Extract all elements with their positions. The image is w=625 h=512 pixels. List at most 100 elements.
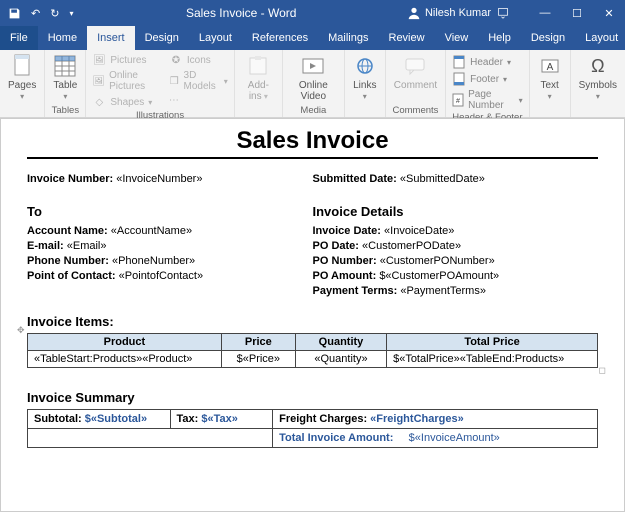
invoice-summary-table[interactable]: Subtotal: $«Subtotal» Tax: $«Tax» Freigh… [27, 409, 598, 448]
table-resize-handle[interactable]: ◻ [599, 365, 606, 376]
3d-models-button[interactable]: ❒ 3D Models [167, 69, 230, 93]
poc-label: Point of Contact: [27, 270, 116, 282]
links-button[interactable]: Links [349, 52, 381, 104]
poc-value: «PointofContact» [119, 270, 203, 282]
po-number-value: «CustomerPONumber» [380, 255, 495, 267]
shapes-button[interactable]: ◇Shapes [90, 94, 163, 110]
tab-review[interactable]: Review [379, 26, 435, 50]
group-media-label: Media [287, 105, 340, 117]
invoice-items-table[interactable]: Product Price Quantity Total Price «Tabl… [27, 333, 598, 368]
table-header-row: Product Price Quantity Total Price [28, 334, 598, 351]
svg-text:#: # [456, 98, 460, 105]
account-name-label: Account Name: [27, 225, 108, 237]
tab-references[interactable]: References [242, 26, 318, 50]
3d-models-label: 3D Models [184, 70, 220, 92]
total-invoice-value: $«InvoiceAmount» [409, 432, 500, 444]
online-pictures-button[interactable]: 🖼Online Pictures [90, 69, 163, 93]
col-total: Total Price [387, 334, 598, 351]
tab-view[interactable]: View [435, 26, 479, 50]
doc-title: Sales Invoice [27, 127, 598, 155]
payment-terms-value: «PaymentTerms» [400, 285, 486, 297]
link-icon [353, 54, 377, 78]
header-icon [452, 55, 466, 69]
table-button[interactable]: Table [49, 52, 81, 104]
page-number-icon: # [452, 93, 464, 107]
footer-icon [452, 72, 466, 86]
invoice-summary-heading: Invoice Summary [27, 390, 598, 405]
icons-button[interactable]: ✪Icons [167, 52, 230, 68]
header-label: Header [470, 57, 503, 68]
page-number-label: Page Number [468, 89, 514, 111]
submitted-date-value: «SubmittedDate» [400, 173, 485, 185]
tab-design[interactable]: Design [135, 26, 189, 50]
footer-button[interactable]: Footer [450, 71, 525, 87]
col-quantity: Quantity [295, 334, 386, 351]
table-row: «TableStart:Products»«Product» $«Price» … [28, 351, 598, 368]
invoice-date-value: «InvoiceDate» [384, 225, 454, 237]
maximize-button[interactable]: ☐ [561, 7, 593, 20]
tab-layout[interactable]: Layout [189, 26, 242, 50]
tab-design2[interactable]: Design [521, 26, 575, 50]
pictures-label: Pictures [110, 55, 146, 66]
document-area[interactable]: Sales Invoice Invoice Number: «InvoiceNu… [0, 118, 625, 512]
page-number-button[interactable]: # Page Number [450, 88, 525, 112]
invoice-number-label: Invoice Number: [27, 173, 113, 185]
tab-layout2[interactable]: Layout [575, 26, 625, 50]
summary-row-2: Total Invoice Amount: $«InvoiceAmount» [28, 429, 598, 448]
tax-label: Tax: [177, 413, 199, 425]
subtotal-value: $«Subtotal» [85, 413, 147, 425]
pages-label: Pages [8, 80, 36, 102]
minimize-button[interactable]: — [529, 7, 561, 20]
addins-icon [246, 54, 270, 78]
pages-button[interactable]: Pages [4, 52, 40, 104]
tab-home[interactable]: Home [38, 26, 87, 50]
freight-value: «FreightCharges» [370, 413, 464, 425]
invoice-details-heading: Invoice Details [313, 204, 599, 219]
cube-icon: ❒ [169, 74, 180, 88]
user-name: Nilesh Kumar [425, 7, 491, 19]
more-illustrations-button[interactable]: ⋯ [167, 94, 230, 107]
table-move-handle[interactable]: ✥ [17, 325, 25, 336]
user-account[interactable]: Nilesh Kumar [401, 6, 497, 20]
account-name-value: «AccountName» [111, 225, 192, 237]
freight-label: Freight Charges: [279, 413, 367, 425]
close-button[interactable]: ✕ [593, 7, 625, 20]
header-button[interactable]: Header [450, 54, 525, 70]
po-amount-value: $«CustomerPOAmount» [379, 270, 499, 282]
pictures-button[interactable]: 🖼Pictures [90, 52, 163, 68]
group-comments-label: Comments [390, 105, 441, 117]
summary-row-1: Subtotal: $«Subtotal» Tax: $«Tax» Freigh… [28, 410, 598, 429]
textbox-icon: A [538, 54, 562, 78]
save-icon[interactable] [8, 7, 21, 20]
symbols-button[interactable]: Ω Symbols [575, 52, 621, 104]
menu-tabs: File Home Insert Design Layout Reference… [0, 26, 625, 50]
tab-insert[interactable]: Insert [87, 26, 135, 50]
online-pictures-icon: 🖼 [92, 74, 105, 88]
to-heading: To [27, 204, 313, 219]
tab-file[interactable]: File [0, 26, 38, 50]
addins-button[interactable]: Add-ins [239, 52, 278, 104]
qat-dropdown-icon[interactable]: ▾ [69, 9, 73, 18]
cell-product: «TableStart:Products»«Product» [28, 351, 222, 368]
group-tables-label: Tables [49, 105, 81, 117]
tab-help[interactable]: Help [478, 26, 521, 50]
online-video-label: Online Video [291, 80, 336, 102]
invoice-number-value: «InvoiceNumber» [116, 173, 202, 185]
online-video-button[interactable]: Online Video [287, 52, 340, 104]
shapes-label: Shapes [110, 97, 144, 108]
payment-terms-label: Payment Terms: [313, 285, 398, 297]
tab-mailings[interactable]: Mailings [318, 26, 378, 50]
comment-button[interactable]: Comment [390, 52, 441, 93]
text-button[interactable]: A Text [534, 52, 566, 104]
subtotal-label: Subtotal: [34, 413, 82, 425]
user-icon [407, 6, 421, 20]
cell-quantity: «Quantity» [295, 351, 386, 368]
icons-label: Icons [187, 55, 211, 66]
tax-value: $«Tax» [201, 413, 238, 425]
ribbon: Pages Table Tables 🖼Pictures 🖼Online Pic… [0, 50, 625, 118]
ribbon-options-icon[interactable] [497, 7, 529, 20]
redo-icon[interactable]: ↻ [50, 7, 59, 20]
col-price: Price [221, 334, 295, 351]
title-rule [27, 157, 598, 159]
undo-icon[interactable]: ↶ [31, 7, 40, 20]
